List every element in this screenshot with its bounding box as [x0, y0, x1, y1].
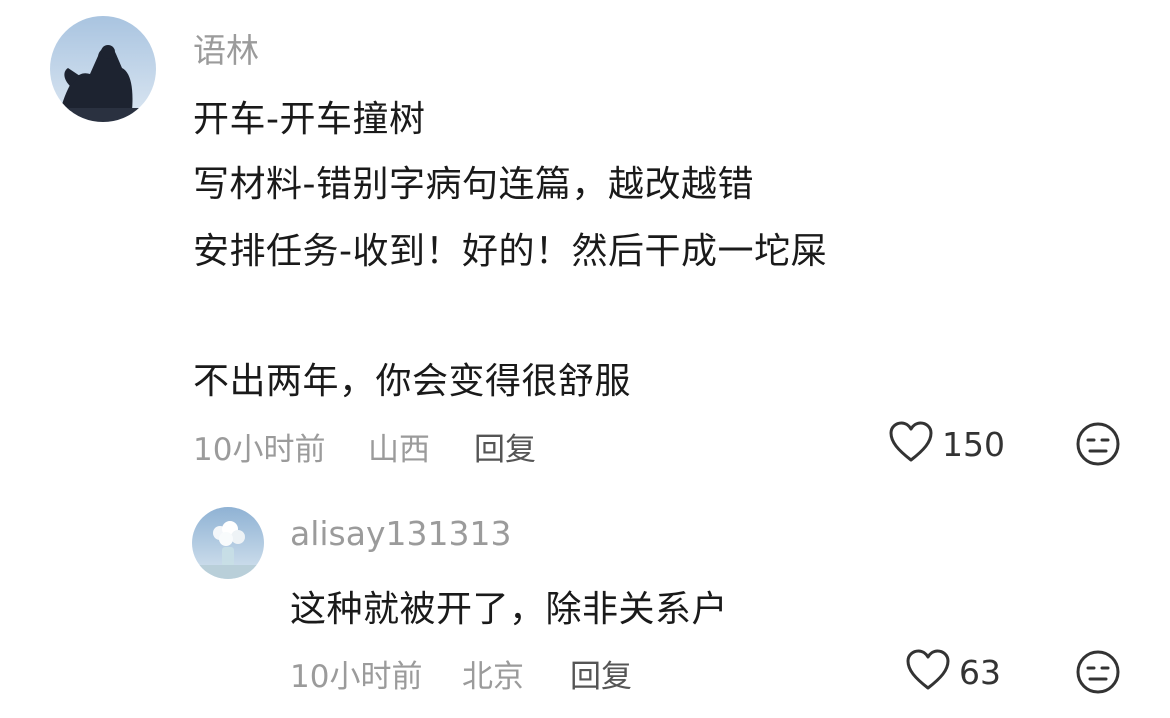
comment-time: 10小时前 — [193, 432, 326, 468]
comment-text-line: 写材料-错别字病句连篇，越改越错 — [193, 164, 754, 205]
comment-location: 山西 — [368, 432, 430, 468]
meh-face-icon — [1074, 650, 1122, 700]
like-count: 63 — [959, 652, 1001, 692]
dislike-button[interactable] — [1074, 648, 1122, 700]
reply-time: 10小时前 — [290, 659, 423, 695]
dislike-button[interactable] — [1074, 420, 1122, 472]
reply-button[interactable]: 回复 — [474, 424, 536, 469]
reply-location: 北京 — [462, 659, 524, 695]
like-count: 150 — [942, 424, 1005, 464]
reply-button[interactable]: 回复 — [570, 651, 632, 696]
reply-text-line: 这种就被开了，除非关系户 — [290, 589, 729, 630]
username[interactable]: 语林 — [193, 24, 259, 72]
avatar[interactable] — [192, 507, 264, 579]
comment-text-line: 不出两年，你会变得很舒服 — [193, 361, 632, 402]
heart-icon — [888, 420, 934, 468]
meh-face-icon — [1074, 422, 1122, 472]
username[interactable]: alisay131313 — [290, 514, 511, 553]
avatar[interactable] — [50, 16, 156, 122]
comment-text-line: 开车-开车撞树 — [193, 99, 426, 140]
like-button[interactable]: 63 — [905, 648, 1001, 696]
like-button[interactable]: 150 — [888, 420, 1005, 468]
comment-text-line: 安排任务-收到！好的！然后干成一坨屎 — [193, 231, 827, 272]
heart-icon — [905, 648, 951, 696]
